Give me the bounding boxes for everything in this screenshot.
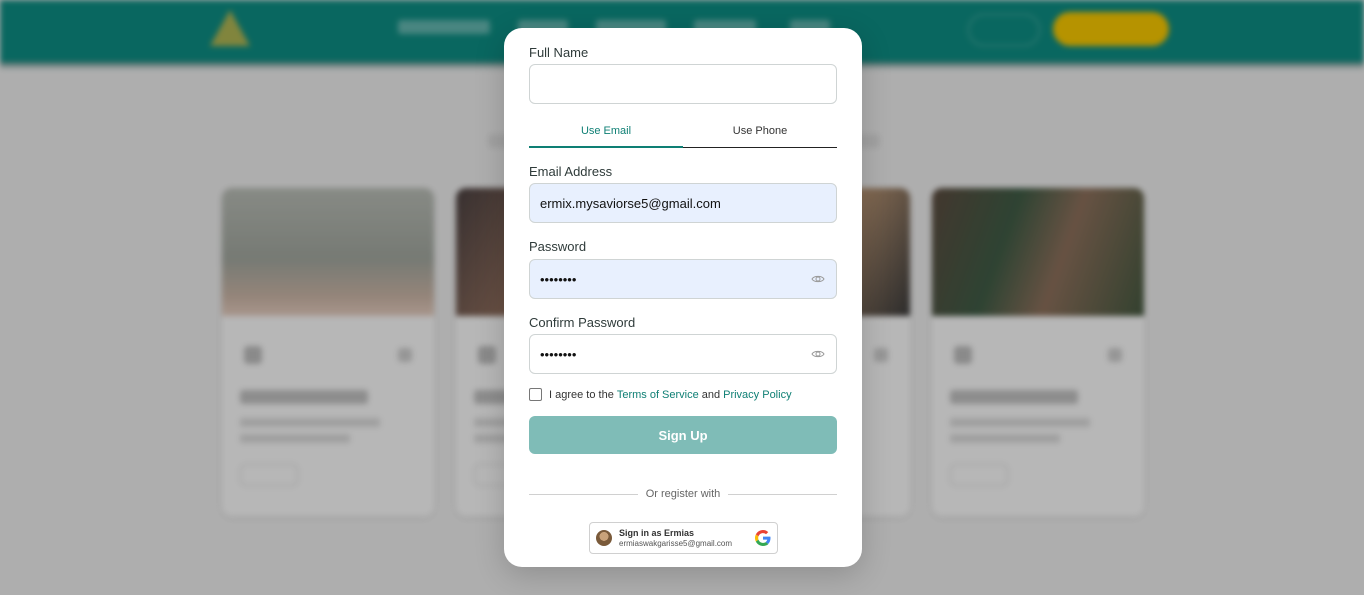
agree-checkbox[interactable] xyxy=(529,388,542,401)
google-account-name: Sign in as Ermias xyxy=(619,527,695,538)
contact-method-tabs: Use Email Use Phone xyxy=(529,118,837,148)
agree-and: and xyxy=(701,388,721,401)
email-value: ermix.mysaviorse5@gmail.com xyxy=(540,195,721,211)
tab-use-email[interactable]: Use Email xyxy=(529,118,683,148)
agree-prefix: I agree to the xyxy=(549,388,614,401)
full-name-input[interactable] xyxy=(529,64,837,104)
sign-up-button[interactable]: Sign Up xyxy=(529,416,837,454)
email-label: Email Address xyxy=(529,164,613,179)
google-account-email: ermiaswakgarisse5@gmail.com xyxy=(619,538,733,548)
full-name-label: Full Name xyxy=(529,45,589,60)
google-icon xyxy=(755,530,771,546)
confirm-password-label: Confirm Password xyxy=(529,315,636,330)
email-input[interactable]: ermix.mysaviorse5@gmail.com xyxy=(529,183,837,223)
avatar xyxy=(596,530,612,546)
confirm-password-input[interactable]: •••••••• xyxy=(529,334,837,374)
privacy-link[interactable]: Privacy Policy xyxy=(723,389,791,401)
divider-text: Or register with xyxy=(645,488,721,500)
confirm-password-value: •••••••• xyxy=(540,346,577,362)
password-value: •••••••• xyxy=(540,271,577,287)
eye-icon[interactable] xyxy=(810,346,826,362)
signup-modal: Full Name Use Email Use Phone Email Addr… xyxy=(504,28,862,567)
eye-icon[interactable] xyxy=(810,271,826,287)
tab-use-phone[interactable]: Use Phone xyxy=(683,118,837,147)
password-label: Password xyxy=(529,239,587,254)
google-sign-in-button[interactable]: Sign in as Ermias ermiaswakgarisse5@gmai… xyxy=(589,522,778,554)
password-input[interactable]: •••••••• xyxy=(529,259,837,299)
agree-row: I agree to the Terms of Service and Priv… xyxy=(529,388,795,401)
terms-link[interactable]: Terms of Service xyxy=(617,389,699,401)
register-divider: Or register with xyxy=(529,487,838,501)
